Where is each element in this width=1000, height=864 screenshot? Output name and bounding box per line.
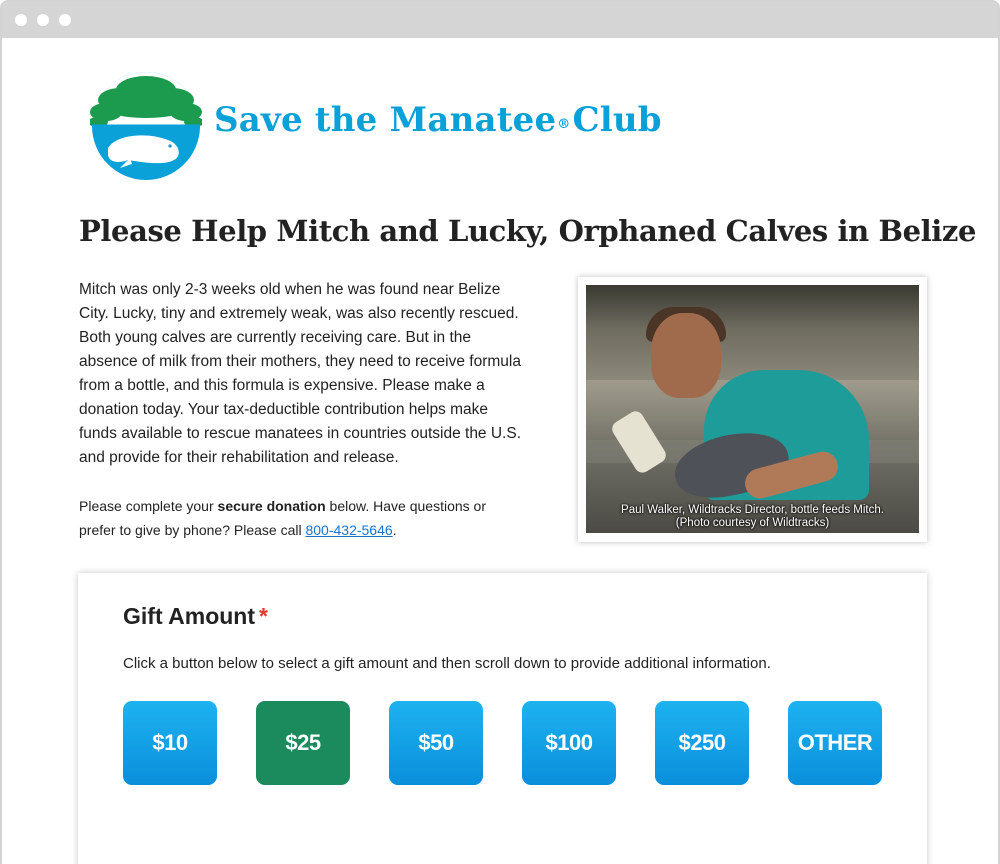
phone-link[interactable]: 800-432-5646 [305, 522, 392, 538]
amount-other-button[interactable]: OTHER [788, 701, 882, 785]
registered-mark: ® [557, 117, 571, 132]
note-text: . [392, 522, 397, 538]
manatee-feeding-photo: Paul Walker, Wildtracks Director, bottle… [586, 285, 919, 533]
amount-10-button[interactable]: $10 [123, 701, 217, 785]
note-text: Please complete your [79, 498, 218, 514]
photo-caption-line: Paul Walker, Wildtracks Director, bottle… [621, 504, 884, 516]
manatee-logo-icon[interactable] [90, 70, 202, 182]
window-dot-icon [37, 14, 49, 26]
photo-caption: Paul Walker, Wildtracks Director, bottle… [586, 500, 919, 533]
gift-instructions: Click a button below to select a gift am… [123, 655, 771, 672]
required-marker: * [259, 603, 268, 629]
browser-window: Save the Manatee®Club Please Help Mitch … [0, 0, 1000, 864]
photo-card: Paul Walker, Wildtracks Director, bottle… [578, 277, 927, 542]
gift-amount-panel: Gift Amount * Click a button below to sel… [78, 573, 927, 864]
amount-25-button[interactable]: $25 [256, 701, 350, 785]
page-title: Please Help Mitch and Lucky, Orphaned Ca… [79, 214, 976, 248]
amount-100-button[interactable]: $100 [522, 701, 616, 785]
photo-credit-line: (Photo courtesy of Wildtracks) [675, 517, 830, 529]
brand-wordmark[interactable]: Save the Manatee®Club [214, 100, 662, 140]
amount-50-button[interactable]: $50 [389, 701, 483, 785]
secure-donation-note: Please complete your secure donation bel… [79, 494, 519, 542]
gift-amount-heading: Gift Amount * [123, 603, 268, 630]
window-dot-icon [15, 14, 27, 26]
window-dot-icon [59, 14, 71, 26]
brand-name-prefix: Save the Manatee [214, 100, 557, 140]
brand-name-suffix: Club [572, 100, 662, 140]
gift-amount-title: Gift Amount [123, 603, 256, 629]
amount-250-button[interactable]: $250 [655, 701, 749, 785]
browser-title-bar [2, 2, 998, 38]
secure-donation-emphasis: secure donation [217, 498, 326, 514]
story-paragraph: Mitch was only 2-3 weeks old when he was… [79, 281, 522, 466]
gift-amount-options: $10 $25 $50 $100 $250 OTHER [123, 701, 883, 785]
